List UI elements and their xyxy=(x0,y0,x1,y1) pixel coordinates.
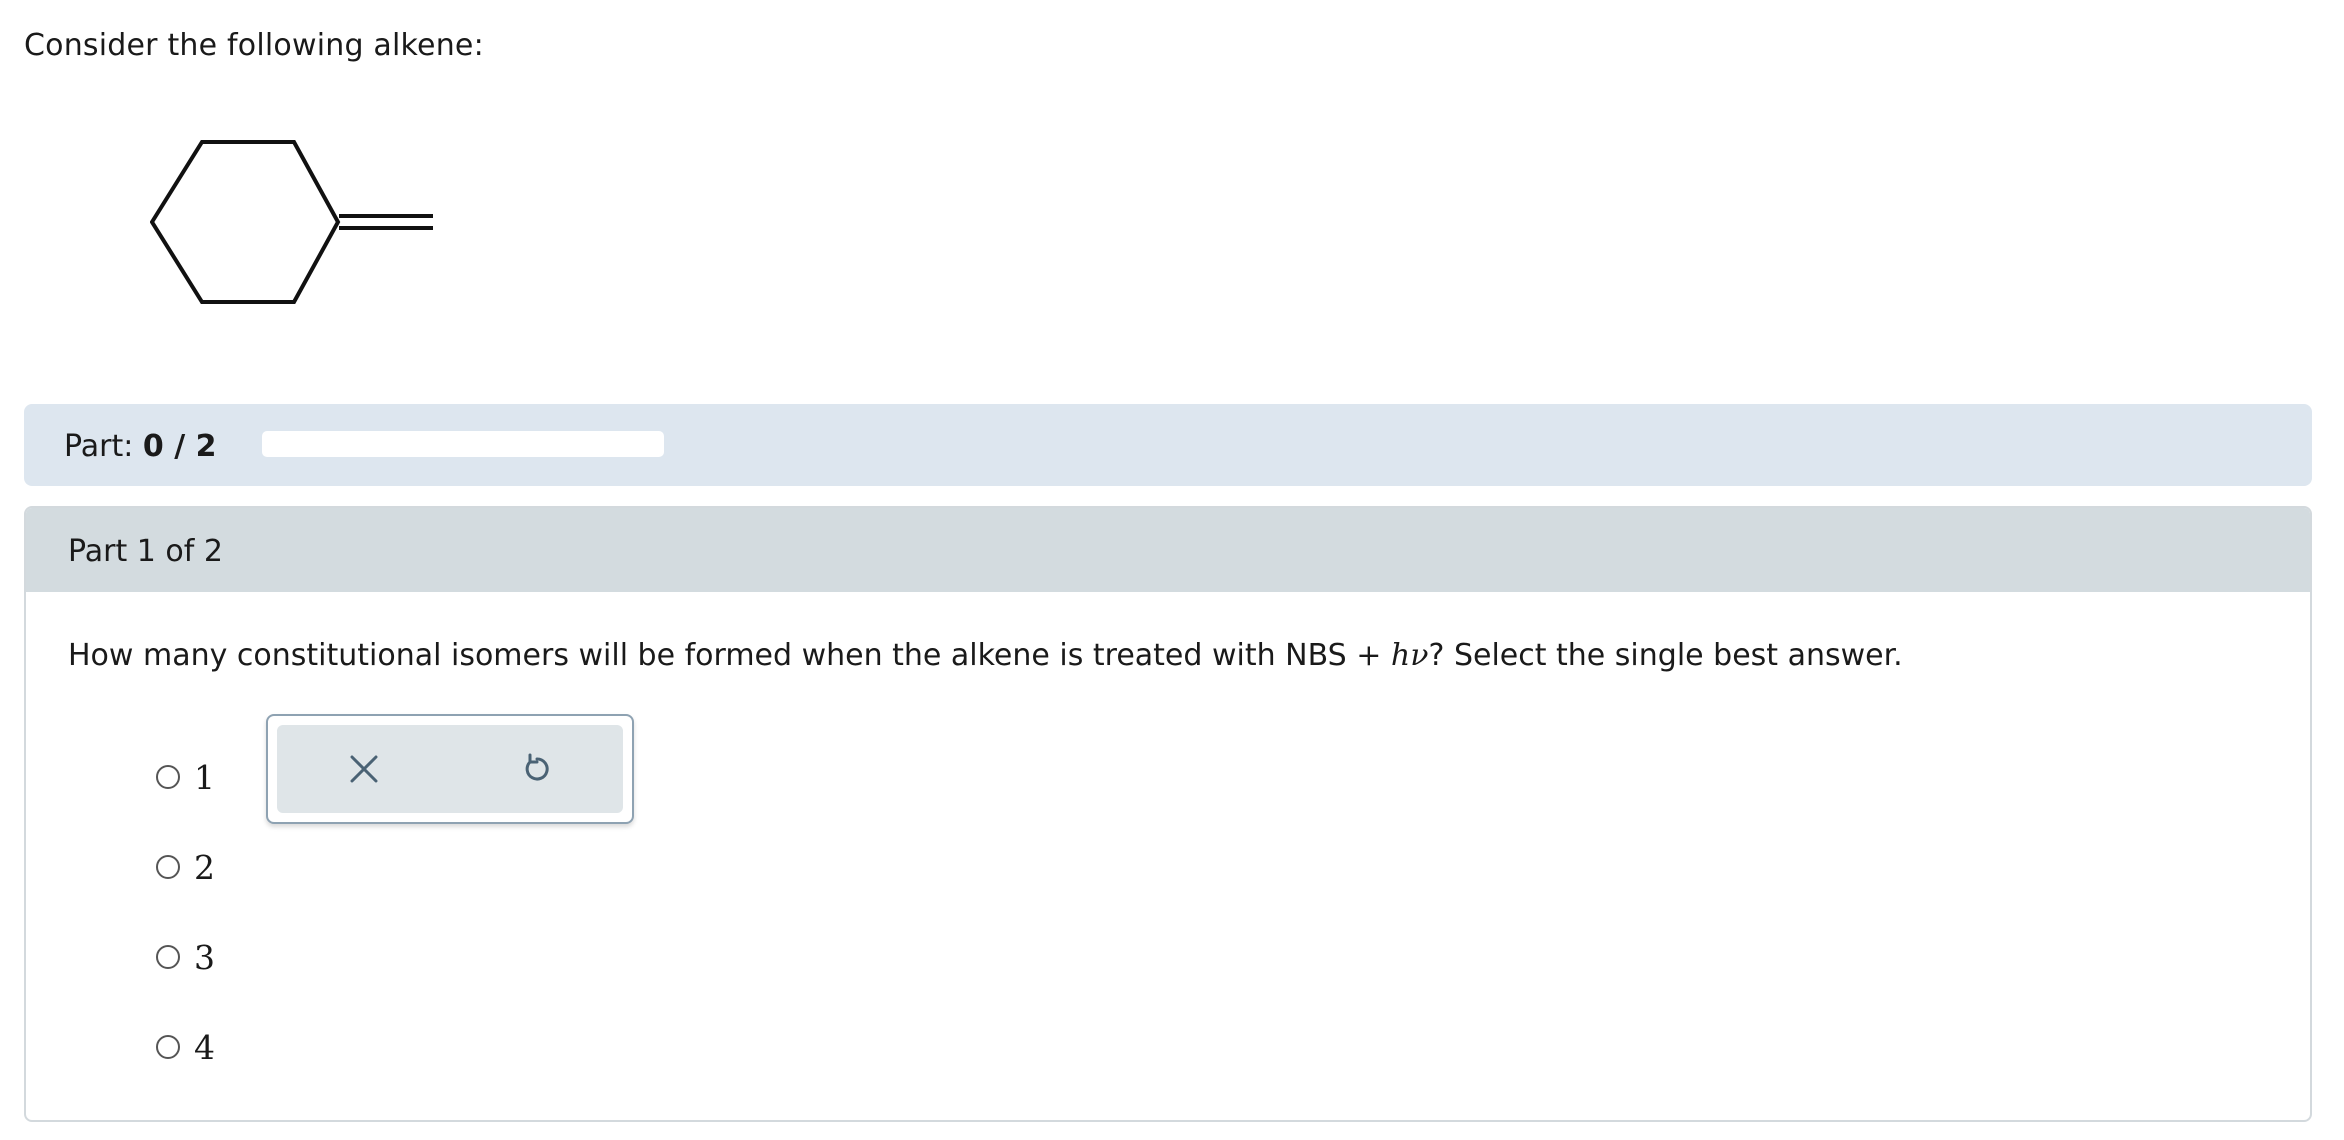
option-label: 2 xyxy=(194,847,215,887)
answer-toolbar xyxy=(266,714,634,824)
part-progress-bar: Part: 0 / 2 xyxy=(24,404,2312,486)
close-icon xyxy=(350,755,377,783)
answer-options: 1 2 3 4 xyxy=(156,732,215,1092)
part-header: Part 1 of 2 xyxy=(26,508,2310,592)
reset-button[interactable] xyxy=(507,739,567,799)
math-h-nu: hν xyxy=(1391,638,1429,673)
question-text: How many constitutional isomers will be … xyxy=(68,638,1903,673)
option-label: 1 xyxy=(194,757,215,797)
part-progress-prefix: Part: xyxy=(64,429,143,464)
radio-button[interactable] xyxy=(156,945,180,969)
question-end: ? Select the single best answer. xyxy=(1428,638,1903,673)
undo-icon xyxy=(525,753,549,781)
option-2[interactable]: 2 xyxy=(156,822,215,912)
option-label: 4 xyxy=(194,1027,215,1067)
math-plus: + xyxy=(1356,638,1382,673)
part-card: Part 1 of 2 How many constitutional isom… xyxy=(24,506,2312,1122)
math-hv: hν xyxy=(1390,638,1429,673)
option-label: 3 xyxy=(194,937,215,977)
part-progress-value: 0 / 2 xyxy=(142,429,217,464)
option-4[interactable]: 4 xyxy=(156,1002,215,1092)
radio-button[interactable] xyxy=(156,855,180,879)
option-1[interactable]: 1 xyxy=(156,732,215,822)
radio-button[interactable] xyxy=(156,1035,180,1059)
intro-text: Consider the following alkene: xyxy=(24,28,484,63)
option-3[interactable]: 3 xyxy=(156,912,215,1002)
clear-answer-button[interactable] xyxy=(334,739,394,799)
methylenecyclohexane-structure xyxy=(150,140,433,304)
part-progress-label: Part: 0 / 2 xyxy=(64,429,216,464)
radio-button[interactable] xyxy=(156,765,180,789)
question-main: How many constitutional isomers will be … xyxy=(68,638,1357,673)
progress-track xyxy=(262,431,664,457)
toolbar-inner xyxy=(277,725,623,813)
